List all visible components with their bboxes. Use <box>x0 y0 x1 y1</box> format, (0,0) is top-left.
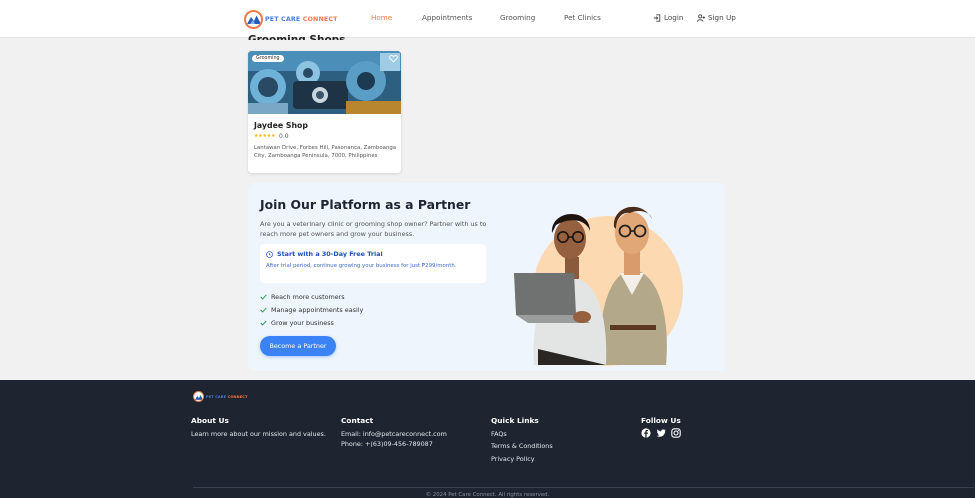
social-links <box>641 428 686 438</box>
shop-address: Lantawan Drive, Forbes Hill, Pasonanca, … <box>254 145 397 160</box>
become-partner-button[interactable]: Become a Partner <box>260 336 336 356</box>
footer-logo-icon <box>193 391 204 402</box>
site-header: PET CARE CONNECT Home Appointments Groom… <box>0 0 975 38</box>
brand-logo[interactable]: PET CARE CONNECT <box>244 9 338 29</box>
footer-brand-name: PET CARE CONNECT <box>206 394 248 399</box>
shop-card[interactable]: Grooming Jaydee Shop ★★★★★ 0.0 Lantawan … <box>248 51 401 173</box>
follow-heading: Follow Us <box>641 416 681 425</box>
clock-icon <box>266 250 273 258</box>
benefit-label: Reach more customers <box>271 293 345 301</box>
check-icon <box>260 307 267 313</box>
star-icons: ★★★★★ <box>254 134 276 139</box>
check-icon <box>260 320 267 326</box>
link-privacy[interactable]: Privacy Policy <box>491 455 535 463</box>
partner-section: Join Our Platform as a Partner Are you a… <box>248 183 725 371</box>
check-icon <box>260 294 267 300</box>
partner-title: Join Our Platform as a Partner <box>260 197 471 212</box>
shop-rating: ★★★★★ 0.0 <box>254 133 289 140</box>
trial-heading: Start with a 30-Day Free Trial <box>266 250 383 258</box>
contact-email[interactable]: Email: info@petcareconnect.com <box>341 430 447 438</box>
heart-icon[interactable] <box>389 54 398 63</box>
login-label: Login <box>664 13 684 22</box>
facebook-icon[interactable] <box>641 428 651 438</box>
brand-name: PET CARE CONNECT <box>265 15 338 23</box>
contact-heading: Contact <box>341 416 374 425</box>
logo-icon <box>244 9 263 29</box>
link-terms[interactable]: Terms & Conditions <box>491 442 553 450</box>
benefit-item: Grow your business <box>260 319 334 327</box>
category-badge: Grooming <box>252 55 284 62</box>
shop-name[interactable]: Jaydee Shop <box>254 121 308 130</box>
nav-grooming[interactable]: Grooming <box>500 13 535 22</box>
benefit-label: Manage appointments easily <box>271 306 364 314</box>
link-faqs[interactable]: FAQs <box>491 430 507 438</box>
twitter-icon[interactable] <box>656 428 666 438</box>
about-text: Learn more about our mission and values. <box>191 430 326 438</box>
benefit-label: Grow your business <box>271 319 334 327</box>
copyright: © 2024 Pet Care Connect. All rights rese… <box>425 492 550 498</box>
nav-appointments[interactable]: Appointments <box>422 13 472 22</box>
footer-logo[interactable]: PET CARE CONNECT <box>193 391 248 402</box>
footer-divider <box>193 487 974 488</box>
trial-subtitle: After trial period, continue growing you… <box>266 263 457 269</box>
signup-label: Sign Up <box>708 13 736 22</box>
instagram-icon[interactable] <box>671 428 681 438</box>
signup-link[interactable]: Sign Up <box>697 13 736 22</box>
nav-pet-clinics[interactable]: Pet Clinics <box>564 13 601 22</box>
login-link[interactable]: Login <box>653 13 683 22</box>
benefit-item: Manage appointments easily <box>260 306 363 314</box>
partner-illustration <box>514 206 683 366</box>
quick-links-heading: Quick Links <box>491 416 539 425</box>
user-plus-icon <box>697 13 705 22</box>
nav-home[interactable]: Home <box>371 13 392 22</box>
free-trial-box: Start with a 30-Day Free Trial After tri… <box>260 244 486 283</box>
about-heading: About Us <box>191 416 229 425</box>
login-icon <box>653 13 661 22</box>
benefit-item: Reach more customers <box>260 293 345 301</box>
rating-value: 0.0 <box>279 133 289 140</box>
partner-description: Are you a veterinary clinic or grooming … <box>260 220 487 238</box>
site-footer: PET CARE CONNECT About Us Learn more abo… <box>0 380 975 498</box>
contact-phone[interactable]: Phone: +(63)09-456-789087 <box>341 440 433 448</box>
shop-image: Grooming <box>248 51 401 114</box>
grooming-section-title: Grooming Shops <box>248 34 346 40</box>
trial-title: Start with a 30-Day Free Trial <box>277 250 383 258</box>
